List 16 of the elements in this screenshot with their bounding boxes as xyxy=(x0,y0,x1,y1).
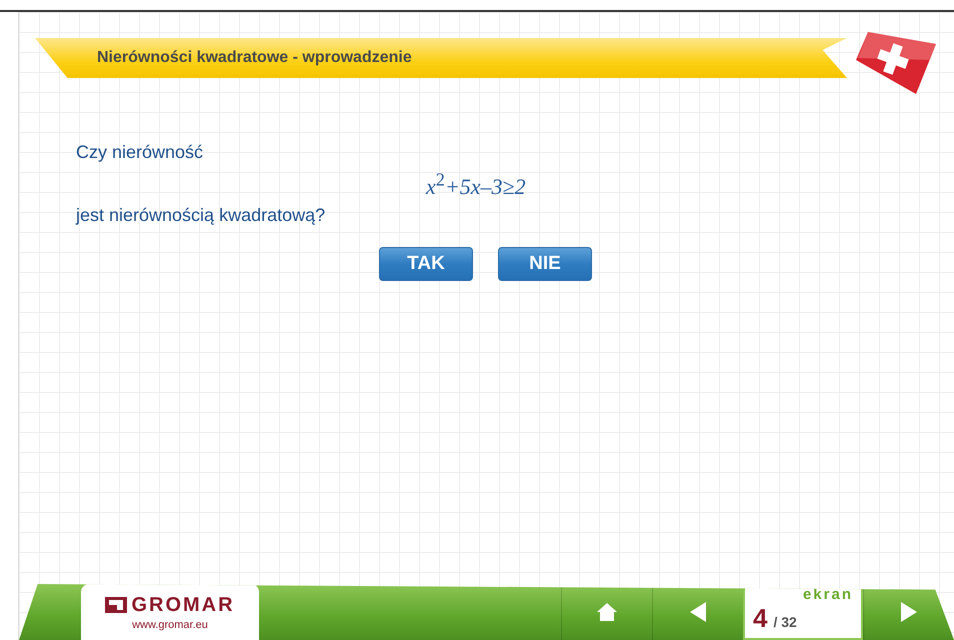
question-text: Czy nierówność xyxy=(76,141,204,164)
back-icon xyxy=(688,601,708,623)
lesson-title: Nierówności kwadratowe - wprowadzenie xyxy=(97,49,412,67)
close-icon[interactable] xyxy=(854,30,938,96)
answer-button[interactable]: NIE xyxy=(498,247,592,282)
answer-button[interactable]: TAK xyxy=(379,247,473,282)
next-icon xyxy=(899,601,919,623)
question-text: jest nierównością kwadratową? xyxy=(76,204,326,228)
logo-icon xyxy=(105,597,128,613)
logo-text: GROMAR xyxy=(131,594,235,616)
formula: x$^{2}$+5x–3≥2 xyxy=(426,169,527,202)
website-link[interactable]: www.gromar.eu xyxy=(132,618,208,630)
screen-number: 4 xyxy=(753,603,768,634)
home-icon xyxy=(596,602,618,622)
screen-label: ekran xyxy=(802,586,853,603)
screen-total: / 32 xyxy=(773,614,797,630)
